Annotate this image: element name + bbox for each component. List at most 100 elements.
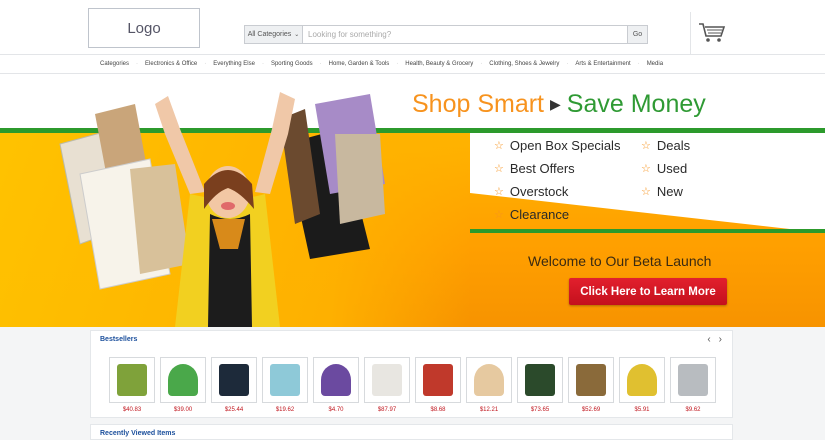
feature-item: ☆ Open Box Specials [494, 134, 620, 157]
star-icon: ☆ [641, 186, 651, 198]
star-icon: ☆ [641, 163, 651, 175]
nav-separator: · [261, 61, 264, 67]
product-card[interactable]: $9.62 [670, 357, 716, 413]
search-bar: All Categories ⌄ Go [244, 25, 648, 44]
product-image [117, 364, 147, 396]
product-card[interactable]: $39.00 [160, 357, 206, 413]
star-icon: ☆ [494, 163, 504, 175]
product-image [372, 364, 402, 396]
category-select-label: All Categories [247, 31, 292, 38]
feature-label: Used [656, 161, 688, 176]
product-price: $5.91 [634, 407, 650, 413]
carousel-arrows: ‹ › [707, 334, 722, 345]
product-card[interactable]: $5.91 [619, 357, 665, 413]
star-icon: ☆ [494, 186, 504, 198]
product-price: $52.69 [581, 407, 601, 413]
hero-headline: Shop Smart ▶ Save Money [412, 90, 706, 119]
feature-item: ☆ Best Offers [494, 157, 620, 180]
nav-item[interactable]: Arts & Entertainment [575, 61, 630, 67]
product-price: $87.97 [377, 407, 397, 413]
product-card[interactable]: $8.68 [415, 357, 461, 413]
product-card[interactable]: $87.97 [364, 357, 410, 413]
nav-separator: · [319, 61, 322, 67]
nav-separator: · [480, 61, 483, 67]
product-image [321, 364, 351, 396]
chevron-left-icon[interactable]: ‹ [707, 334, 710, 345]
product-image [525, 364, 555, 396]
product-card[interactable]: $19.62 [262, 357, 308, 413]
nav-separator: · [637, 61, 640, 67]
search-go-button[interactable]: Go [627, 26, 647, 43]
green-box-product-icon[interactable] [160, 357, 206, 403]
search-go-label: Go [632, 31, 643, 38]
product-price: $40.83 [122, 407, 142, 413]
category-nav: Categories · Electronics & Office · Everythi… [0, 54, 825, 74]
nav-item[interactable]: Clothing, Shoes & Jewelry [489, 61, 559, 67]
product-card[interactable]: $40.83 [109, 357, 155, 413]
plant-pack-icon[interactable] [262, 357, 308, 403]
logo-text: Logo [127, 19, 161, 37]
aquarium-kit-icon[interactable] [109, 357, 155, 403]
star-icon: ☆ [494, 140, 504, 152]
product-card[interactable]: $12.21 [466, 357, 512, 413]
feature-list-right: ☆ Deals ☆ Used ☆ New [641, 134, 690, 203]
feature-label: Deals [656, 138, 691, 153]
cart-button[interactable] [690, 12, 732, 54]
site-logo[interactable]: Logo [88, 8, 200, 48]
recently-viewed-section: Recently Viewed Items [90, 424, 733, 440]
star-icon: ☆ [494, 209, 504, 221]
hero-banner[interactable]: Shop Smart ▶ Save Money ☆ Open Box Specia… [0, 74, 825, 327]
feature-label: Open Box Specials [509, 138, 621, 153]
feature-label: Overstock [509, 184, 569, 199]
silver-pouch-icon[interactable] [670, 357, 716, 403]
feature-item: ☆ Deals [641, 134, 690, 157]
product-image [423, 364, 453, 396]
feature-label: Clearance [509, 207, 570, 222]
feature-item: ☆ New [641, 180, 690, 203]
nav-item[interactable]: Sporting Goods [271, 61, 313, 67]
product-price: $19.62 [275, 407, 295, 413]
nav-item[interactable]: Home, Garden & Tools [329, 61, 390, 67]
product-image [168, 364, 198, 396]
nav-item[interactable]: Everything Else [213, 61, 255, 67]
feature-item: ☆ Used [641, 157, 690, 180]
nav-item[interactable]: Categories [100, 61, 129, 67]
nav-item[interactable]: Health, Beauty & Grocery [405, 61, 473, 67]
fish-food-can-icon[interactable] [619, 357, 665, 403]
nav-separator: · [396, 61, 399, 67]
product-price: $9.62 [685, 407, 701, 413]
search-input[interactable] [303, 26, 627, 43]
chevron-right-icon[interactable]: › [719, 334, 722, 345]
toy-figure-icon[interactable] [313, 357, 359, 403]
play-arrow-icon: ▶ [550, 96, 561, 112]
nav-item[interactable]: Electronics & Office [145, 61, 197, 67]
product-list: $40.83 $39.00 $25.44 $19.62 $4.70 $87.97 $8.68… [109, 357, 716, 413]
site-header: Logo All Categories ⌄ Go [0, 0, 825, 54]
product-card[interactable]: $25.44 [211, 357, 257, 413]
shopper-woman-image [59, 92, 385, 327]
bottle-icon[interactable] [466, 357, 512, 403]
feature-label: New [656, 184, 683, 199]
hero-title-right: Save Money [566, 90, 706, 118]
product-image [219, 364, 249, 396]
clamps-icon[interactable] [415, 357, 461, 403]
learn-more-button[interactable]: Click Here to Learn More [569, 278, 727, 305]
product-price: $8.68 [430, 407, 446, 413]
product-card[interactable]: $4.70 [313, 357, 359, 413]
category-select[interactable]: All Categories ⌄ [245, 26, 303, 43]
white-cabinet-icon[interactable] [364, 357, 410, 403]
hero-title-left: Shop Smart [412, 90, 545, 118]
dark-canister-icon[interactable] [211, 357, 257, 403]
product-price: $73.65 [530, 407, 550, 413]
nav-item[interactable]: Media [647, 61, 663, 67]
bestsellers-title: Bestsellers [100, 336, 138, 343]
product-card[interactable]: $52.69 [568, 357, 614, 413]
bestsellers-carousel: Bestsellers ‹ › $40.83 $39.00 $25.44 $19.62… [90, 330, 733, 418]
nav-separator: · [566, 61, 569, 67]
product-image [474, 364, 504, 396]
product-card[interactable]: $73.65 [517, 357, 563, 413]
feature-label: Best Offers [509, 161, 575, 176]
product-image [270, 364, 300, 396]
circuit-board-icon[interactable] [517, 357, 563, 403]
food-bag-icon[interactable] [568, 357, 614, 403]
